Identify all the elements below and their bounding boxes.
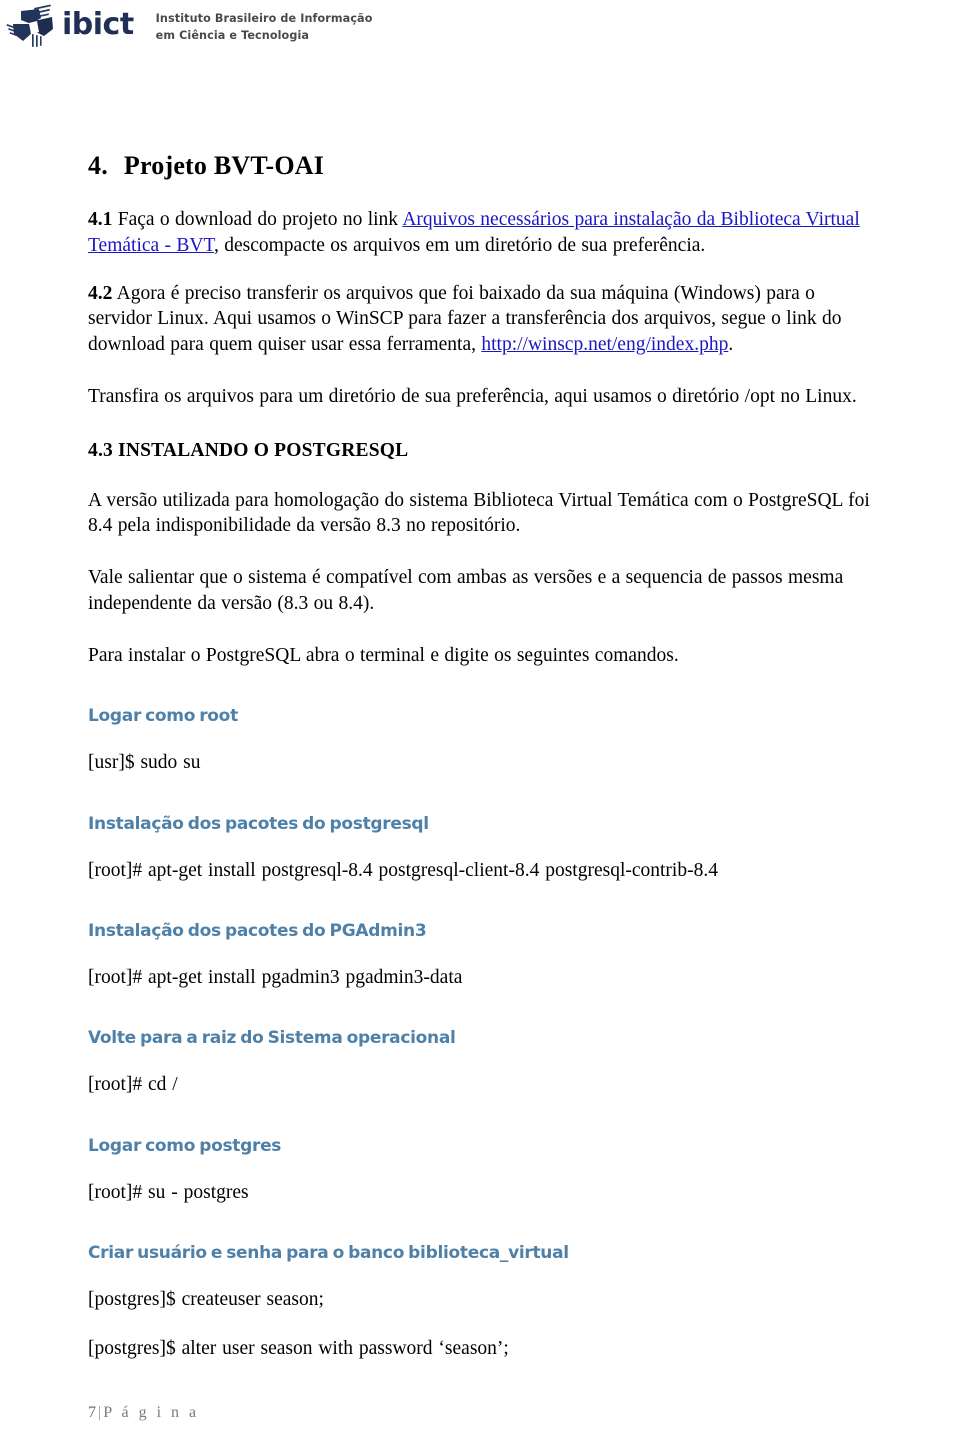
- command-su-postgres: [root]# su - postgres: [88, 1181, 249, 1203]
- institution-tagline: Instituto Brasileiro de Informação em Ciê…: [156, 4, 373, 45]
- ibict-pinwheel-logo: [6, 4, 60, 50]
- heading-criar-usuario-senha: Criar usuário e senha para o banco bibli…: [88, 1242, 569, 1263]
- command-sudo-su: [usr]$ sudo su: [88, 752, 201, 774]
- page-title: 4. Projeto BVT-OAI: [88, 150, 880, 181]
- heading-logar-como-root: Logar como root: [88, 706, 238, 727]
- winscp-download-link[interactable]: http://winscp.net/eng/index.php: [481, 334, 728, 355]
- command-cd-root: [root]# cd /: [88, 1074, 178, 1096]
- paragraph-4-2: 4.2 Agora é preciso transferir os arquiv…: [88, 281, 880, 358]
- section-number: 4.: [88, 151, 108, 180]
- heading-instalacao-pacotes-pgadmin3: Instalação dos pacotes do PGAdmin3: [88, 920, 427, 941]
- heading-instalacao-pacotes-postgresql: Instalação dos pacotes do postgresql: [88, 813, 429, 834]
- tagline-line-2: em Ciência e Tecnologia: [155, 29, 310, 43]
- footer-separator: |: [98, 1404, 102, 1421]
- item-4-1-text-before: Faça o download do projeto no link: [112, 209, 403, 231]
- paragraph-para-instalar: Para instalar o PostgreSQL abra o termin…: [88, 644, 679, 666]
- heading-4-3-instalando-postgresql: 4.3 INSTALANDO O POSTGRESQL: [88, 439, 409, 461]
- page-header: ibict Instituto Brasileiro de Informação…: [0, 0, 960, 58]
- paragraph-vale-salientar: Vale salientar que o sistema é compatíve…: [88, 567, 844, 614]
- paragraph-versao-postgresql: A versão utilizada para homologação do s…: [88, 489, 870, 537]
- section-title-text: Projeto BVT-OAI: [123, 151, 325, 180]
- paragraph-4-1: 4.1 Faça o download do projeto no link A…: [88, 207, 880, 258]
- ibict-logo: ibict: [6, 4, 134, 50]
- item-number-4-1: 4.1: [88, 209, 113, 231]
- page-body: 4. Projeto BVT-OAI 4.1 Faça o download do…: [0, 58, 960, 1362]
- paragraph-transfira: Transfira os arquivos para um diretório …: [88, 385, 857, 407]
- command-alter-user-season: [postgres]$ alter user season with passw…: [88, 1338, 509, 1360]
- tagline-line-1: Instituto Brasileiro de Informação: [155, 12, 373, 25]
- footer-content: 7 | P á g i n a: [80, 1404, 880, 1422]
- document-content: 4. Projeto BVT-OAI 4.1 Faça o download do…: [80, 150, 880, 1362]
- item-4-1-text-after: , descompacte os arquivos em um diretóri…: [213, 234, 706, 256]
- item-number-4-2: 4.2: [88, 282, 113, 304]
- command-apt-get-postgresql: [root]# apt-get install postgresql-8.4 p…: [88, 859, 718, 881]
- item-4-2-text-after: .: [728, 334, 734, 356]
- command-apt-get-pgadmin3: [root]# apt-get install pgadmin3 pgadmin…: [88, 966, 463, 988]
- heading-logar-como-postgres: Logar como postgres: [88, 1135, 282, 1156]
- heading-volte-para-raiz: Volte para a raiz do Sistema operacional: [88, 1028, 456, 1049]
- command-createuser-season: [postgres]$ createuser season;: [88, 1288, 324, 1310]
- footer-page-number: 7: [88, 1404, 96, 1421]
- page-footer: 7 | P á g i n a: [0, 1404, 960, 1422]
- logo-wordmark: ibict: [62, 7, 134, 42]
- footer-page-label: P á g i n a: [103, 1404, 200, 1421]
